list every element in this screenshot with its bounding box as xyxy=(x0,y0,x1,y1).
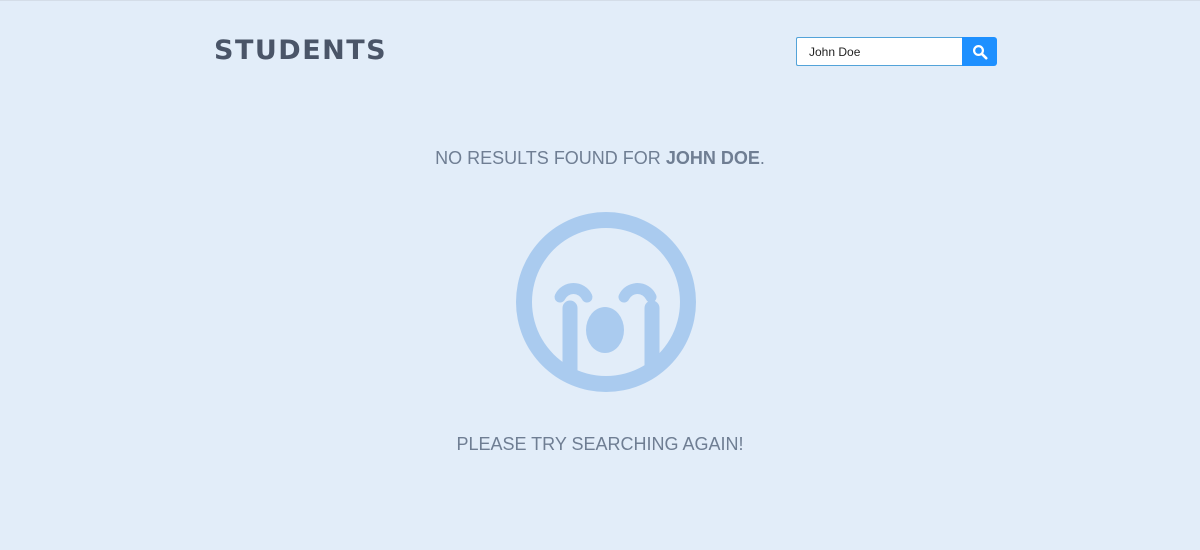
search-bar xyxy=(796,37,997,66)
search-input[interactable] xyxy=(796,37,962,66)
search-query-text: JOHN DOE xyxy=(665,148,760,168)
top-divider xyxy=(0,0,1200,1)
crying-face-icon xyxy=(516,212,696,392)
no-results-prefix: NO RESULTS FOUND FOR xyxy=(435,148,666,168)
no-results-suffix: . xyxy=(759,148,765,168)
try-again-message: PLEASE TRY SEARCHING AGAIN! xyxy=(456,434,744,454)
search-button[interactable] xyxy=(962,37,997,66)
page-title: STUDENTS xyxy=(214,35,388,66)
search-icon xyxy=(972,44,987,59)
no-results-message: NO RESULTS FOUND FOR JOHN DOE. xyxy=(0,146,1200,170)
